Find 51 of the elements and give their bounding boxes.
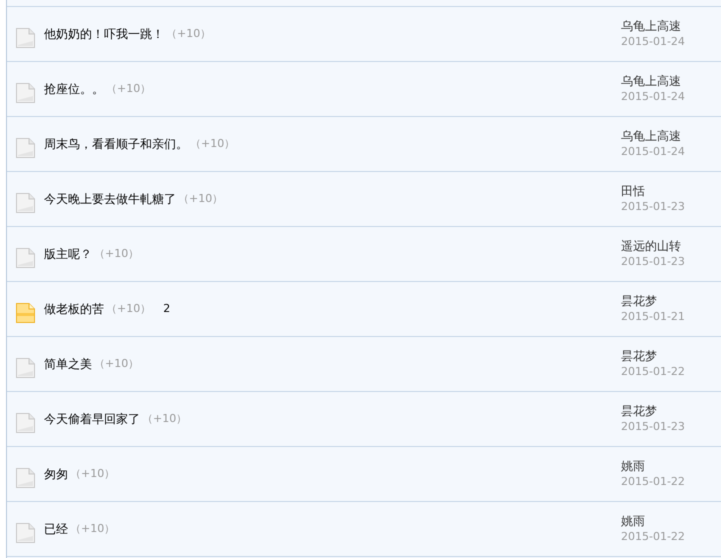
thread-title[interactable]: 今天偷着早回家了 [44, 410, 140, 428]
bonus-points: （+10） [190, 136, 236, 152]
bonus-points: （+10） [94, 246, 140, 262]
document-icon [16, 138, 35, 158]
post-date: 2015-01-24 [621, 89, 685, 105]
document-icon [16, 468, 35, 488]
post-date: 2015-01-24 [621, 34, 685, 50]
post-date: 2015-01-21 [621, 309, 685, 325]
thread-title[interactable]: 他奶奶的！吓我一跳！ [44, 25, 164, 43]
reply-count: 2 [163, 300, 170, 317]
author-name[interactable]: 乌龟上高速 [621, 128, 685, 144]
thread-title[interactable]: 简单之美 [44, 355, 92, 373]
document-icon [16, 358, 35, 378]
document-icon [16, 523, 35, 543]
thread-title[interactable]: 抢座位。。 [44, 80, 104, 98]
thread-title[interactable]: 周末鸟，看看顺子和亲们。 [44, 135, 188, 153]
thread-title[interactable]: 已经 [44, 520, 68, 538]
author-name[interactable]: 姚雨 [621, 458, 685, 474]
document-icon [16, 193, 35, 213]
bonus-points: （+10） [106, 300, 152, 317]
bonus-points: （+10） [70, 466, 116, 482]
bonus-points: （+10） [70, 520, 116, 537]
bonus-points: （+10） [178, 190, 224, 207]
document-icon [16, 83, 35, 103]
document-icon [16, 248, 35, 268]
thread-title[interactable]: 版主呢？ [44, 245, 92, 263]
thread-title[interactable]: 匆匆 [44, 465, 68, 483]
post-date: 2015-01-22 [621, 474, 685, 490]
post-date: 2015-01-23 [621, 199, 685, 215]
document-icon [16, 28, 35, 48]
author-name[interactable]: 姚雨 [621, 513, 685, 529]
post-date: 2015-01-22 [621, 529, 685, 545]
bonus-points: （+10） [142, 410, 188, 427]
author-name[interactable]: 乌龟上高速 [621, 73, 685, 89]
author-name[interactable]: 昙花梦 [621, 348, 685, 364]
author-name[interactable]: 遥远的山转 [621, 238, 685, 254]
bonus-points: （+10） [94, 356, 140, 372]
bonus-points: （+10） [106, 80, 152, 97]
thread-title[interactable]: 今天晚上要去做牛軋糖了 [44, 190, 176, 208]
author-name[interactable]: 昙花梦 [621, 293, 685, 309]
thread-title[interactable]: 做老板的苦 [44, 300, 104, 318]
post-date: 2015-01-22 [621, 364, 685, 380]
document-icon [16, 413, 35, 433]
author-name[interactable]: 田恬 [621, 183, 685, 199]
post-date: 2015-01-23 [621, 254, 685, 270]
post-date: 2015-01-23 [621, 419, 685, 435]
author-name[interactable]: 昙花梦 [621, 403, 685, 419]
document-icon [16, 303, 35, 323]
author-name[interactable]: 乌龟上高速 [621, 18, 685, 34]
bonus-points: （+10） [166, 26, 212, 42]
post-date: 2015-01-24 [621, 144, 685, 160]
